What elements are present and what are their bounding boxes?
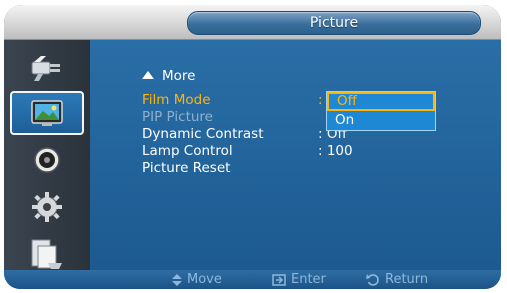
help-enter-label: Enter	[291, 272, 326, 287]
menu-item-film-mode[interactable]: Film Mode : Off	[142, 92, 347, 108]
picture-icon	[31, 100, 63, 126]
return-icon	[366, 273, 379, 286]
menu-item-lamp-control[interactable]: Lamp Control : 100	[142, 143, 353, 159]
menu-item-label: PIP Picture	[142, 109, 213, 125]
menu-item-value: : 100	[318, 143, 353, 159]
sidebar-item-setup[interactable]	[10, 185, 84, 229]
sidebar	[4, 40, 90, 270]
help-return-label: Return	[385, 272, 429, 287]
page-title: Picture	[187, 11, 481, 35]
setup-gear-icon	[32, 192, 62, 222]
input-plug-icon	[31, 56, 60, 81]
menu-item-label: Film Mode	[142, 92, 211, 108]
menu-item-dynamic-contrast[interactable]: Dynamic Contrast : Off	[142, 126, 347, 142]
help-return: Return	[366, 270, 428, 289]
move-arrows-icon	[172, 273, 182, 286]
more-item[interactable]: More	[142, 68, 195, 84]
multi-control-icon	[31, 239, 62, 269]
enter-icon	[272, 273, 286, 286]
sidebar-item-picture[interactable]	[10, 91, 84, 135]
menu-item-label: Dynamic Contrast	[142, 126, 264, 142]
help-bar: Move Enter Return	[4, 270, 501, 289]
menu-item-label: Lamp Control	[142, 143, 233, 159]
film-mode-dropdown[interactable]: Off On	[326, 91, 436, 131]
dropdown-option-off[interactable]: Off	[327, 92, 435, 111]
help-move-label: Move	[187, 272, 222, 287]
dropdown-option-on[interactable]: On	[327, 111, 435, 130]
sound-icon	[34, 147, 60, 173]
sidebar-item-sound[interactable]	[10, 138, 84, 182]
menu-item-pip-picture: PIP Picture	[142, 109, 213, 125]
more-label: More	[162, 68, 196, 84]
menu-content: More Film Mode : Off PIP Picture Dynamic…	[90, 40, 501, 270]
up-arrow-icon	[142, 71, 154, 79]
menu-item-label: Picture Reset	[142, 160, 231, 176]
title-bar: Picture	[4, 5, 501, 40]
help-move: Move	[172, 270, 222, 289]
help-enter: Enter	[272, 270, 326, 289]
menu-item-picture-reset[interactable]: Picture Reset	[142, 160, 230, 176]
sidebar-item-input[interactable]	[10, 46, 84, 90]
osd-menu: Picture More Film Mode: PIP Picture Dyn…	[4, 5, 501, 289]
